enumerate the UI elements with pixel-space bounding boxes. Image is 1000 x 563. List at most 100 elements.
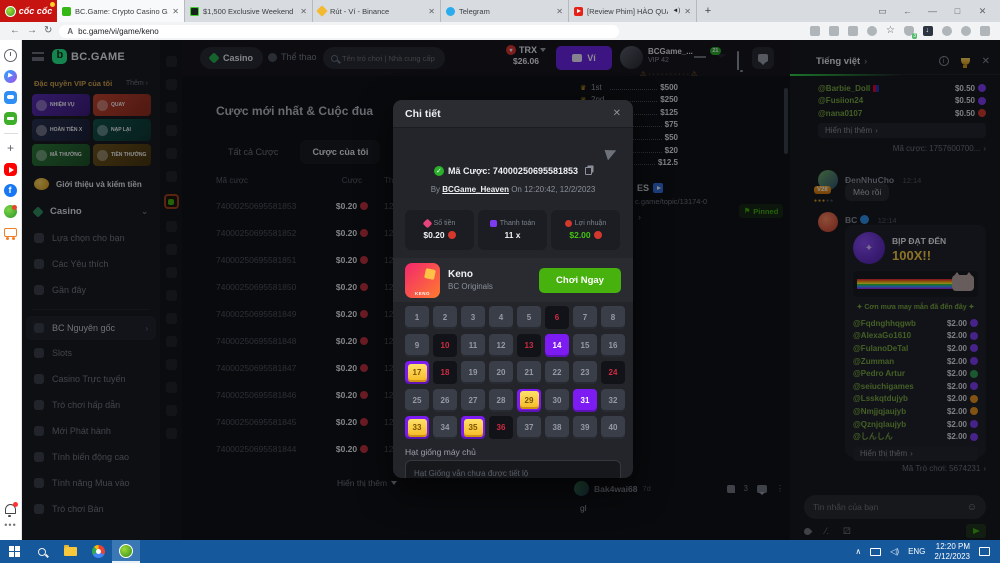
bets-tab[interactable]: Tất cả Cược bbox=[216, 140, 290, 164]
maximize-button[interactable]: □ bbox=[952, 6, 963, 16]
network-icon[interactable] bbox=[870, 548, 881, 556]
reload-icon[interactable]: ↻ bbox=[44, 26, 52, 36]
action-center-icon[interactable] bbox=[979, 547, 990, 556]
winner-name[interactable]: @Qznjqlaujyb bbox=[853, 420, 906, 429]
site-info-icon[interactable]: A bbox=[67, 27, 73, 36]
tab-close-icon[interactable]: ✕ bbox=[684, 7, 691, 16]
vip-more-link[interactable]: Thêm › bbox=[126, 80, 148, 87]
category-icon[interactable] bbox=[166, 102, 177, 113]
category-icon[interactable] bbox=[166, 148, 177, 159]
chat-close-icon[interactable]: ✕ bbox=[982, 56, 990, 67]
show-more-button[interactable]: Hiển thị thêm› bbox=[853, 446, 978, 461]
profile-icon[interactable] bbox=[961, 26, 971, 36]
sidebar-item-casino[interactable]: Casino ⌄ bbox=[22, 198, 160, 225]
sidebar-item[interactable]: Gần đây bbox=[22, 277, 160, 303]
bets-tab[interactable]: Cược của tôi bbox=[300, 140, 380, 164]
promo-tile[interactable]: NHIỆM VỤ bbox=[32, 94, 90, 116]
promo-tile[interactable]: MÃ THƯỞNG bbox=[32, 144, 90, 166]
category-icon[interactable] bbox=[166, 359, 177, 370]
tab-close-icon[interactable]: ✕ bbox=[172, 7, 179, 16]
downloader-extension-icon[interactable] bbox=[923, 26, 933, 36]
file-explorer-icon[interactable] bbox=[56, 540, 84, 563]
chat-language[interactable]: Tiếng việt bbox=[816, 56, 860, 67]
play-now-button[interactable]: Chơi Ngay bbox=[539, 268, 621, 293]
sidebar-item[interactable]: Lựa chọn cho bạn bbox=[22, 225, 160, 251]
balance-selector[interactable]: ▾ TRX $26.06 bbox=[500, 45, 552, 66]
avatar[interactable] bbox=[818, 212, 838, 232]
downloads-icon[interactable] bbox=[980, 26, 990, 36]
user-info[interactable]: BCGame_... VIP 42 bbox=[648, 47, 693, 64]
emoji-icon[interactable]: ☺ bbox=[967, 502, 977, 513]
url-field[interactable]: A bc.game/vi/game/keno bbox=[59, 25, 619, 38]
game-name[interactable]: Keno bbox=[448, 269, 493, 280]
browser-tab[interactable]: Telegram ◄) ✕ bbox=[441, 0, 569, 22]
referral-row[interactable]: Giới thiệu và kiếm tiền bbox=[22, 168, 160, 198]
show-more-button[interactable]: Hiển thị thêm› bbox=[818, 123, 986, 138]
coccoc-taskbar-icon[interactable] bbox=[112, 540, 140, 563]
bell-icon[interactable] bbox=[737, 52, 739, 70]
download-tray-icon[interactable] bbox=[829, 26, 839, 36]
winner-name[interactable]: @FulanoDeTal bbox=[853, 344, 908, 353]
category-icon[interactable] bbox=[166, 125, 177, 136]
browser-tab[interactable]: [Review Phim] HÀO QUA ◄) ✕ bbox=[569, 0, 697, 22]
promo-tile[interactable]: HOÀN TIỀN X bbox=[32, 119, 90, 141]
info-icon[interactable]: i bbox=[939, 56, 949, 66]
topic-link[interactable]: c.game/topic/13174-0 bbox=[635, 197, 707, 206]
sidebar-item[interactable]: Các Yêu thích bbox=[22, 251, 160, 277]
rain-icon[interactable] bbox=[803, 526, 813, 536]
wallet-button[interactable]: Ví bbox=[556, 46, 612, 70]
chat-toggle-button[interactable] bbox=[752, 47, 774, 69]
category-icon[interactable] bbox=[166, 336, 177, 347]
promo-card[interactable]: ✦ BỊP ĐẠT ĐẾN 100X!! ✦ Cơn mưa may mắn đ… bbox=[845, 225, 986, 457]
category-icon[interactable] bbox=[166, 428, 177, 439]
category-icon[interactable] bbox=[166, 79, 177, 90]
category-icon[interactable] bbox=[166, 405, 177, 416]
command-icon[interactable]: ⁄. bbox=[825, 526, 829, 536]
back-to-app-icon[interactable]: ← bbox=[902, 6, 913, 16]
sidebar-menu-icon[interactable] bbox=[32, 52, 44, 61]
close-button[interactable]: ✕ bbox=[977, 6, 988, 17]
winner-name[interactable]: @Pedro Artur bbox=[853, 369, 905, 378]
bet-code-link[interactable]: Mã cược: 1757600700...› bbox=[818, 144, 986, 153]
winner-name[interactable]: @Nmjjqjaujyb bbox=[853, 407, 906, 416]
winner-name[interactable]: @Lsskqtdujyb bbox=[853, 394, 908, 403]
send-button[interactable] bbox=[966, 524, 986, 538]
comment-icon[interactable] bbox=[757, 485, 767, 493]
winner-name[interactable]: @Fqdnghhqgwb bbox=[853, 319, 916, 328]
shopping-cart-icon[interactable] bbox=[4, 228, 17, 237]
modal-close-icon[interactable]: ✕ bbox=[613, 108, 621, 119]
browser-tab[interactable]: BC.Game: Crypto Casino Gan ◄) ✕ bbox=[57, 0, 185, 22]
facebook-icon[interactable] bbox=[4, 184, 17, 197]
bookmark-star-icon[interactable]: ☆ bbox=[886, 26, 895, 36]
winner-name[interactable]: @Zumman bbox=[853, 357, 894, 366]
category-icon[interactable] bbox=[166, 221, 177, 232]
share-icon[interactable] bbox=[605, 147, 619, 161]
share-icon[interactable] bbox=[867, 26, 877, 36]
zalo-icon[interactable] bbox=[4, 91, 17, 104]
winner-name[interactable]: @nana0107 bbox=[818, 109, 862, 118]
winner-name[interactable]: @Barbie_Doll bbox=[818, 84, 870, 93]
winner-name[interactable]: @seiuchigames bbox=[853, 382, 914, 391]
taskbar-search-icon[interactable] bbox=[28, 540, 56, 563]
winner-name[interactable]: @しんしん bbox=[853, 431, 893, 442]
server-seed-input[interactable] bbox=[405, 460, 621, 478]
category-icon[interactable] bbox=[166, 313, 177, 324]
like-icon[interactable] bbox=[727, 485, 735, 493]
sidebar-item[interactable]: Casino Trực tuyến bbox=[22, 366, 160, 392]
history-icon[interactable] bbox=[4, 49, 17, 62]
category-icon[interactable] bbox=[166, 244, 177, 255]
nav-sports-button[interactable]: Thể thao bbox=[268, 52, 317, 62]
sidebar-item[interactable]: Slots bbox=[22, 340, 160, 366]
messenger-icon[interactable] bbox=[4, 70, 17, 83]
sidebar-item[interactable]: Mới Phát hành bbox=[22, 418, 160, 444]
screenshot-icon[interactable]: ▭ bbox=[877, 6, 888, 17]
category-icon[interactable] bbox=[164, 194, 179, 209]
language-indicator[interactable]: ENG bbox=[908, 547, 925, 556]
sidebar-item[interactable]: Tính năng Mua vào bbox=[22, 470, 160, 496]
show-more-button[interactable]: Hiển thị thêm bbox=[337, 478, 397, 488]
sidebar-item[interactable]: BC Nguyên gốc › bbox=[26, 316, 156, 340]
promo-tile[interactable]: NẠP LẠI bbox=[93, 119, 151, 141]
copy-icon[interactable] bbox=[585, 167, 592, 175]
adblock-shield-icon[interactable] bbox=[904, 26, 914, 36]
category-icon[interactable] bbox=[166, 171, 177, 182]
